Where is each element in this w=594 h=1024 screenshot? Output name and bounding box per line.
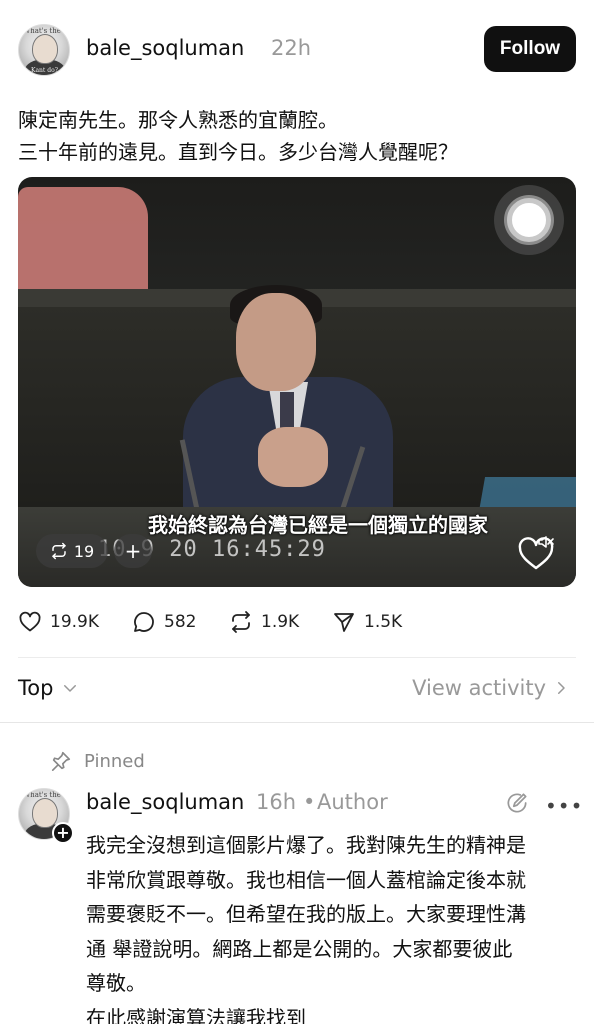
reply-text-line: 尊敬。 <box>86 971 146 995</box>
record-ring-inner <box>507 198 551 242</box>
comment-button[interactable]: 582 <box>132 606 196 638</box>
post-text-line: 三十年前的遠見。直到今日。多少台灣人覺醒呢？ <box>18 140 458 164</box>
avatar-face <box>32 798 58 828</box>
post-text: 陳定南先生。那令人熟悉的宜蘭腔。 三十年前的遠見。直到今日。多少台灣人覺醒呢？ <box>18 104 578 168</box>
mute-button[interactable] <box>514 532 558 576</box>
reply-text-line: 在此感謝演算法讓我找到 <box>86 1005 306 1024</box>
avatar-caption-top: What's the first <box>23 791 69 799</box>
edit-icon-button[interactable] <box>504 790 530 820</box>
avatar-caption-bottom: Kant do? <box>31 67 58 74</box>
share-button[interactable]: 1.5K <box>332 606 402 638</box>
reply-username[interactable]: bale_soqluman <box>86 790 244 814</box>
comment-count: 582 <box>164 612 197 632</box>
record-ring-icon[interactable] <box>494 185 564 255</box>
chevron-right-icon <box>558 682 565 694</box>
pinned-label: Pinned <box>84 750 145 772</box>
reply-text-line: 我完全沒想到這個影片爆了。我對陳先生的精神是 <box>86 833 526 857</box>
sort-dropdown[interactable]: Top <box>18 676 79 700</box>
reply-separator: • <box>303 790 316 814</box>
video-repost-pill[interactable]: 19 <box>36 534 108 568</box>
repost-count: 1.9K <box>261 612 300 632</box>
pinned-indicator: Pinned <box>50 748 145 774</box>
more-options-button[interactable]: ••• <box>545 794 583 818</box>
reply-timestamp: 16h <box>256 790 297 814</box>
share-count: 1.5K <box>364 612 403 632</box>
reply-text: 我完全沒想到這個影片爆了。我對陳先生的精神是 非常欣賞跟尊敬。我也相信一個人蓋棺… <box>86 828 586 1024</box>
follow-plus-badge[interactable]: + <box>52 822 74 844</box>
like-count: 19.9K <box>50 612 99 632</box>
author-avatar[interactable]: What's the first Kant do? <box>18 24 70 76</box>
video-player[interactable]: 10 9 20 16:45:29 我始終認為台灣已經是一個獨立的國家 19 + <box>18 177 576 587</box>
post-actions: 19.9K 582 1.9K 1.5K <box>18 606 576 638</box>
post-text-line: 陳定南先生。那令人熟悉的宜蘭腔。 <box>18 108 338 132</box>
repost-icon <box>52 542 66 560</box>
pin-icon <box>51 751 71 771</box>
video-add-button[interactable]: + <box>114 534 152 568</box>
heart-icon <box>19 611 41 632</box>
post-username[interactable]: bale_soqluman <box>86 36 244 60</box>
video-repost-count: 19 <box>73 541 95 561</box>
video-scene-chair <box>18 187 148 297</box>
reply-text-line: 非常欣賞跟尊敬。我也相信一個人蓋棺論定後本就 <box>86 867 526 892</box>
sort-label: Top <box>18 676 54 700</box>
chevron-down-icon <box>64 685 77 692</box>
follow-button[interactable]: Follow <box>484 26 576 72</box>
repost-icon <box>232 611 250 633</box>
avatar-face <box>32 34 58 64</box>
reply-text-line: 需要褒貶不一。但希望在我的版上。大家要理性溝 <box>86 902 526 926</box>
repost-button[interactable]: 1.9K <box>229 606 299 638</box>
like-button[interactable]: 19.9K <box>18 606 99 638</box>
comment-icon <box>134 612 154 632</box>
video-scene-hands <box>258 427 328 487</box>
video-scene-head <box>236 293 316 391</box>
speaker-muted-icon <box>518 536 554 570</box>
plus-icon: + <box>124 539 142 563</box>
reply-text-line: 通 舉證說明。網路上都是公開的。大家都要彼此 <box>86 936 513 961</box>
send-icon <box>334 613 354 632</box>
post-timestamp: 22h <box>271 36 312 60</box>
reply-sort-row: Top View activity <box>18 672 576 712</box>
view-activity-link[interactable]: View activity <box>412 676 568 700</box>
post-header: What's the first Kant do? bale_soqluman … <box>18 24 576 76</box>
view-activity-label: View activity <box>412 676 546 700</box>
edit-icon <box>507 793 527 813</box>
author-badge: Author <box>317 790 388 814</box>
video-subtitle: 我始終認為台灣已經是一個獨立的國家 <box>148 513 488 537</box>
divider <box>0 722 594 723</box>
avatar-caption-top: What's the first <box>23 27 69 35</box>
divider <box>18 657 576 658</box>
